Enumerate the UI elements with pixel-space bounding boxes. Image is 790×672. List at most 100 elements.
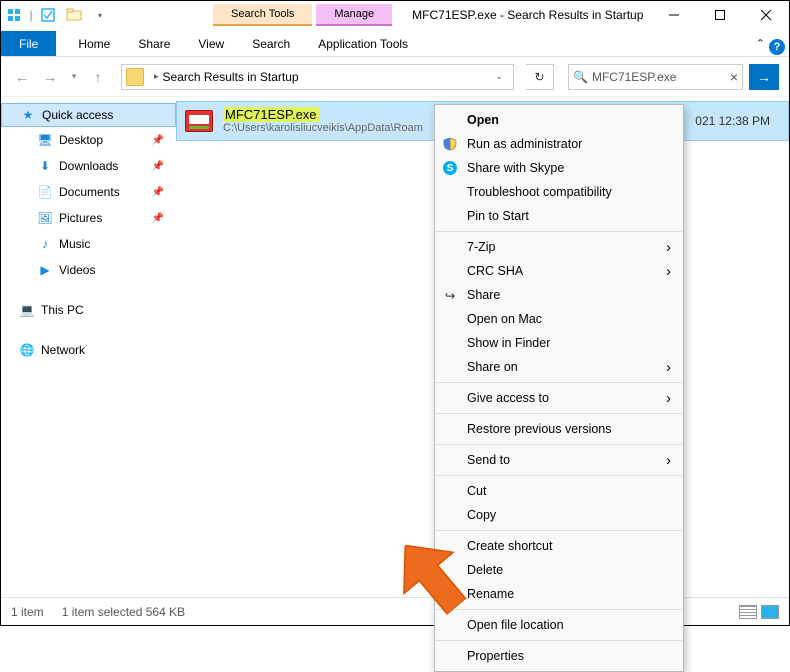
context-menu-send-to[interactable]: Send to › (435, 448, 683, 472)
chevron-right-icon: ▸ (154, 71, 159, 82)
tab-file[interactable]: File (1, 31, 56, 56)
result-path: C:\Users\karolisliucveikis\AppData\Roam (223, 122, 423, 135)
context-menu-open[interactable]: Open (435, 108, 683, 132)
star-icon: ★ (20, 107, 36, 123)
chevron-right-icon: › (666, 390, 671, 407)
context-menu-properties[interactable]: Properties (435, 644, 683, 668)
context-menu-rename[interactable]: Rename (435, 582, 683, 606)
nav-back-button[interactable]: ← (11, 66, 33, 88)
search-icon: 🔍 (573, 70, 588, 84)
pin-icon: 📌 (152, 161, 164, 172)
desktop-icon: 🖥 (37, 132, 53, 148)
status-selection: 1 item selected 564 KB (62, 605, 185, 619)
context-menu-7zip[interactable]: 7-Zip› (435, 235, 683, 259)
context-menu: Open Run as administrator S Share with S… (434, 104, 684, 672)
menu-separator (435, 475, 683, 476)
context-menu-restore[interactable]: Restore previous versions (435, 417, 683, 441)
context-menu-troubleshoot[interactable]: Troubleshoot compatibility (435, 180, 683, 204)
context-menu-run-as-admin[interactable]: Run as administrator (435, 132, 683, 156)
close-button[interactable] (743, 1, 789, 29)
nav-forward-button[interactable]: → (39, 66, 61, 88)
tab-home[interactable]: Home (64, 31, 124, 56)
qat-newfolder-icon[interactable] (62, 3, 86, 27)
context-menu-share-skype[interactable]: S Share with Skype (435, 156, 683, 180)
context-menu-delete[interactable]: Delete (435, 558, 683, 582)
context-menu-open-on-mac[interactable]: Open on Mac (435, 307, 683, 331)
sidebar-item-music[interactable]: ♪Music (1, 231, 176, 257)
help-icon[interactable]: ? (769, 39, 785, 55)
view-large-button[interactable] (761, 605, 779, 619)
context-menu-copy[interactable]: Copy (435, 503, 683, 527)
sidebar-item-network[interactable]: 🌐Network (1, 337, 176, 363)
context-menu-label: Send to (467, 453, 510, 467)
context-menu-label: Share (467, 288, 500, 302)
window-title: MFC71ESP.exe - Search Results in Startup (412, 8, 643, 22)
tab-search[interactable]: Search (238, 31, 304, 56)
menu-separator (435, 609, 683, 610)
qat-dropdown-icon[interactable]: ▾ (88, 3, 112, 27)
sidebar-item-pictures[interactable]: 🖼Pictures📌 (1, 205, 176, 231)
context-menu-give-access[interactable]: Give access to› (435, 386, 683, 410)
sidebar-item-label: Pictures (59, 211, 102, 225)
sidebar: ★ Quick access 🖥 Desktop 📌 ⬇ Downloads 📌 📄 Do… (1, 97, 176, 607)
chevron-down-icon[interactable]: ⌄ (489, 71, 509, 82)
sidebar-item-this-pc[interactable]: 💻 This PC (1, 297, 176, 323)
maximize-button[interactable] (697, 1, 743, 29)
menu-separator (435, 231, 683, 232)
sidebar-item-label: Documents (59, 185, 120, 199)
document-icon: 📄 (37, 184, 53, 200)
context-menu-pin-to-start[interactable]: Pin to Start (435, 204, 683, 228)
context-menu-show-in-finder[interactable]: Show in Finder (435, 331, 683, 355)
view-details-button[interactable] (739, 605, 757, 619)
context-menu-share[interactable]: ↪ Share (435, 283, 683, 307)
sidebar-item-desktop[interactable]: 🖥Desktop📌 (1, 127, 176, 153)
context-menu-open-file-location[interactable]: Open file location (435, 613, 683, 637)
sidebar-item-label: This PC (41, 303, 84, 317)
refresh-button[interactable]: ↻ (526, 64, 554, 90)
minimize-button[interactable] (651, 1, 697, 29)
nav-up-button[interactable]: ↑ (87, 66, 109, 88)
search-go-button[interactable]: → (749, 64, 779, 90)
sidebar-item-quick-access[interactable]: ★ Quick access (1, 103, 176, 127)
sidebar-item-downloads[interactable]: ⬇ Downloads 📌 (1, 153, 176, 179)
pin-icon: 📌 (152, 213, 164, 224)
qat-separator: | (28, 3, 34, 27)
download-icon: ⬇ (37, 158, 53, 174)
sidebar-item-label: Downloads (59, 159, 118, 173)
context-menu-create-shortcut[interactable]: Create shortcut (435, 534, 683, 558)
result-text: MFC71ESP.exe C:\Users\karolisliucveikis\… (223, 107, 423, 136)
sidebar-item-label: Quick access (42, 108, 113, 122)
result-filename: MFC71ESP.exe (223, 107, 319, 123)
tab-view[interactable]: View (184, 31, 238, 56)
ribbon-tabs: File Home Share View Search Application … (1, 29, 789, 57)
video-icon: ▶ (37, 262, 53, 278)
context-menu-cut[interactable]: Cut (435, 479, 683, 503)
chevron-right-icon: › (666, 263, 671, 280)
context-menu-label: CRC SHA (467, 264, 523, 278)
result-date: 021 12:38 PM (695, 114, 788, 128)
search-input[interactable]: 🔍 MFC71ESP.exe × (568, 64, 743, 90)
clear-search-button[interactable]: × (730, 69, 738, 85)
breadcrumb-location: Search Results in Startup (163, 70, 299, 84)
context-menu-share-on[interactable]: Share on› (435, 355, 683, 379)
tab-application-tools[interactable]: Application Tools (304, 31, 422, 56)
monitor-icon: 💻 (19, 302, 35, 318)
tab-share[interactable]: Share (124, 31, 184, 56)
chevron-right-icon: › (666, 452, 671, 469)
chevron-right-icon: › (666, 239, 671, 256)
collapse-ribbon-icon[interactable]: ˆ (758, 38, 763, 56)
sidebar-item-videos[interactable]: ▶ Videos (1, 257, 176, 283)
sidebar-item-label: Videos (59, 263, 95, 277)
nav-history-dropdown[interactable]: ▾ (67, 66, 81, 88)
sidebar-item-label: Network (41, 343, 85, 357)
context-menu-crc-sha[interactable]: CRC SHA › (435, 259, 683, 283)
status-item-count: 1 item (11, 605, 44, 619)
menu-separator (435, 413, 683, 414)
qat-properties-icon[interactable] (36, 3, 60, 27)
toolbox-icon (185, 110, 213, 132)
breadcrumb[interactable]: ▸ Search Results in Startup ⌄ (121, 64, 514, 90)
menu-separator (435, 530, 683, 531)
pin-icon: 📌 (152, 187, 164, 198)
sidebar-item-label: Desktop (59, 133, 103, 147)
sidebar-item-documents[interactable]: 📄 Documents 📌 (1, 179, 176, 205)
